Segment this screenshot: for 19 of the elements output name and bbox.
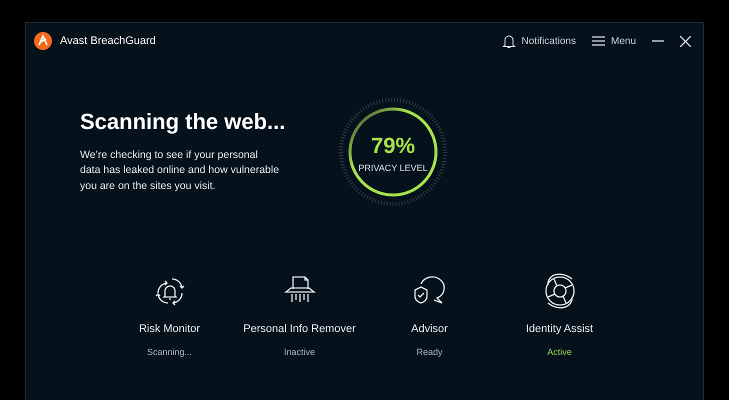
feature-status: Active	[547, 346, 572, 358]
feature-name: Personal Info Remover	[243, 322, 356, 337]
app-title: Avast BreachGuard	[60, 34, 156, 49]
feature-name: Identity Assist	[526, 322, 594, 337]
feature-name: Advisor	[411, 322, 448, 337]
gauge-label: PRIVACY LEVEL	[358, 162, 428, 175]
bell-icon	[502, 34, 516, 48]
privacy-percent: 79%	[370, 132, 416, 160]
feature-status: Inactive	[284, 346, 316, 358]
logo-icon	[34, 32, 52, 50]
notifications-button[interactable]: Notifications	[502, 34, 576, 48]
menu-icon	[592, 36, 605, 46]
feature-name: Risk Monitor	[138, 322, 200, 337]
feature-status: Scanning...	[146, 346, 192, 359]
scan-description: We’re checking to see if your personal data has leaked online and how vulnerable you are on the sites you visit.	[80, 148, 280, 194]
menu-button[interactable]: Menu	[592, 34, 636, 48]
feature-status: Ready	[416, 346, 442, 359]
scan-heading: Scanning the web...	[80, 109, 286, 136]
close-icon[interactable]	[680, 36, 691, 46]
